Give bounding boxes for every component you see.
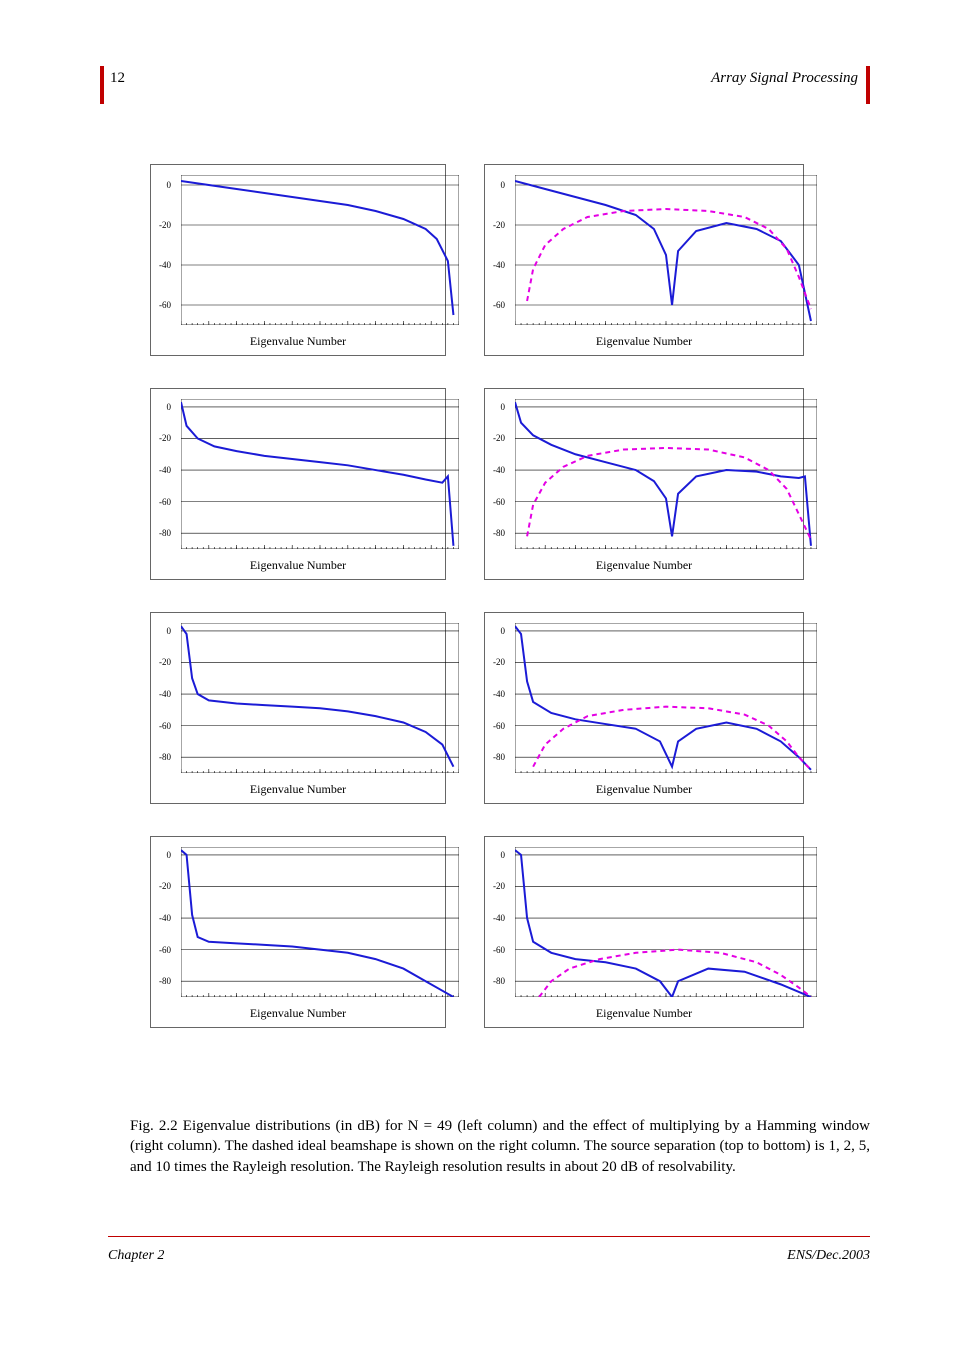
margin-mark-right <box>866 66 870 104</box>
x-axis-label: Eigenvalue Number <box>485 558 803 573</box>
x-axis-label: Eigenvalue Number <box>151 334 445 349</box>
panel-r1-c1: 0-20-40-60-80 Eigenvalue Number <box>484 388 804 580</box>
figure-grid: 0-20-40-60 Eigenvalue Number 0-20-40-60 … <box>150 164 804 1060</box>
panel-r1-c0: 0-20-40-60-80 Eigenvalue Number <box>150 388 446 580</box>
footer-right: ENS/Dec.2003 <box>787 1248 870 1264</box>
x-axis-label: Eigenvalue Number <box>151 558 445 573</box>
x-axis-label: Eigenvalue Number <box>485 334 803 349</box>
panel-r0-c1: 0-20-40-60 Eigenvalue Number <box>484 164 804 356</box>
chart-plot <box>181 623 459 773</box>
chart-plot <box>515 399 817 549</box>
figure-caption: Fig. 2.2 Eigenvalue distributions (in dB… <box>130 1116 870 1177</box>
panel-r0-c0: 0-20-40-60 Eigenvalue Number <box>150 164 446 356</box>
x-axis-label: Eigenvalue Number <box>151 1006 445 1021</box>
panel-r2-c1: 0-20-40-60-80 Eigenvalue Number <box>484 612 804 804</box>
x-axis-label: Eigenvalue Number <box>485 782 803 797</box>
x-axis-label: Eigenvalue Number <box>151 782 445 797</box>
running-title: Array Signal Processing <box>711 70 858 87</box>
chart-plot <box>181 175 459 325</box>
footer-left: Chapter 2 <box>108 1248 164 1264</box>
x-axis-label: Eigenvalue Number <box>485 1006 803 1021</box>
margin-mark-left <box>100 66 104 104</box>
chart-plot <box>515 623 817 773</box>
chart-plot <box>515 847 817 997</box>
chart-plot <box>181 847 459 997</box>
footer-rule <box>108 1236 870 1237</box>
panel-r3-c0: 0-20-40-60-80 Eigenvalue Number <box>150 836 446 1028</box>
panel-r2-c0: 0-20-40-60-80 Eigenvalue Number <box>150 612 446 804</box>
chart-plot <box>515 175 817 325</box>
page-number: 12 <box>110 70 125 87</box>
chart-plot <box>181 399 459 549</box>
panel-r3-c1: 0-20-40-60-80 Eigenvalue Number <box>484 836 804 1028</box>
